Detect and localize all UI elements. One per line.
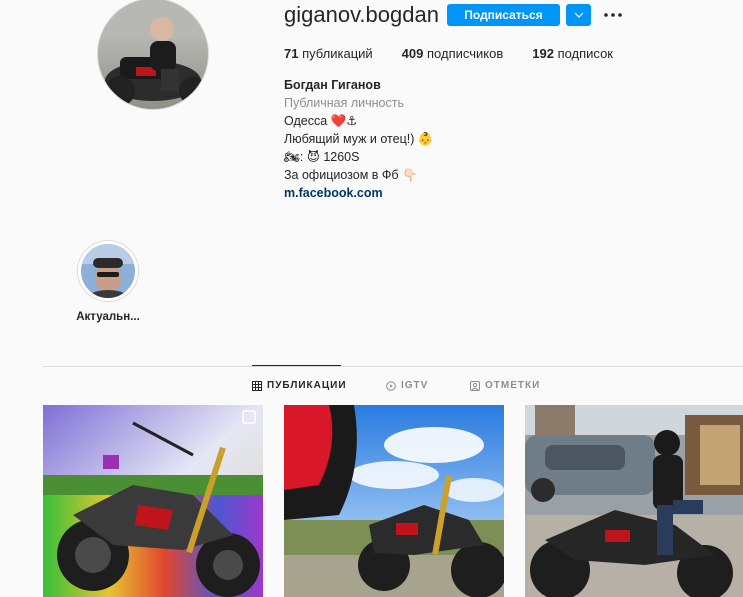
bio-line: 🏍: 😈 1260S <box>284 150 360 164</box>
post-image <box>43 405 263 597</box>
tab-tagged[interactable]: ОТМЕТКИ <box>470 380 540 391</box>
post-image <box>284 405 504 597</box>
post-image <box>525 405 743 597</box>
full-name: Богдан Гиганов <box>284 78 381 92</box>
highlight-cover <box>81 244 135 298</box>
profile-avatar[interactable] <box>97 0 209 110</box>
followers-label: подписчиков <box>427 46 504 61</box>
igtv-icon <box>386 380 396 391</box>
profile-category: Публичная личность <box>284 96 404 110</box>
active-tab-indicator <box>252 365 341 366</box>
following-stat[interactable]: 192 подписок <box>532 46 613 61</box>
followers-count: 409 <box>401 46 424 61</box>
bio-line: За официозом в Фб 👇🏻 <box>284 168 418 182</box>
bio-line: Одесса ❤️⚓ <box>284 114 358 128</box>
profile-username: giganov.bogdan <box>284 2 439 27</box>
post-thumbnail[interactable] <box>284 405 504 597</box>
tab-igtv-label: IGTV <box>401 380 429 391</box>
profile-stats: 71 публикаций 409 подписчиков 192 подпис… <box>284 46 642 61</box>
story-highlight[interactable] <box>77 240 139 302</box>
suggested-accounts-button[interactable] <box>566 4 591 26</box>
profile-photo <box>98 0 208 109</box>
post-thumbnail[interactable] <box>43 405 263 597</box>
tab-posts[interactable]: ПУБЛИКАЦИИ <box>252 380 347 391</box>
highlight-label: Актуальн... <box>76 311 140 323</box>
following-count: 192 <box>532 46 554 61</box>
chevron-down-icon <box>574 12 583 18</box>
tab-igtv[interactable]: IGTV <box>386 380 428 391</box>
following-label: подписок <box>557 46 613 61</box>
posts-label: публикаций <box>302 46 373 61</box>
follow-button[interactable]: Подписаться <box>447 4 560 26</box>
tagged-icon <box>470 380 480 391</box>
more-options-button[interactable] <box>603 5 623 25</box>
more-dots-icon <box>604 13 622 17</box>
posts-stat: 71 публикаций <box>284 46 373 61</box>
grid-icon <box>252 380 262 391</box>
post-thumbnail[interactable] <box>525 405 743 597</box>
bio-line: Любящий муж и отец!) 👶 <box>284 132 434 146</box>
bio-website-link[interactable]: m.facebook.com <box>284 184 433 202</box>
profile-bio: Богдан Гиганов Публичная личность Одесса… <box>284 76 433 202</box>
tab-tagged-label: ОТМЕТКИ <box>485 380 541 391</box>
followers-stat[interactable]: 409 подписчиков <box>402 46 504 61</box>
posts-count: 71 <box>284 46 299 61</box>
tabs-divider <box>43 366 743 367</box>
tab-posts-label: ПУБЛИКАЦИИ <box>267 380 347 391</box>
